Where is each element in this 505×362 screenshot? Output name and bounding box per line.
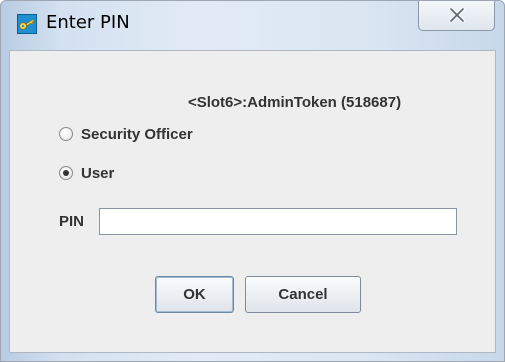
title-bar[interactable]: Enter PIN — [1, 1, 504, 51]
window-title: Enter PIN — [46, 12, 130, 33]
pin-label: PIN — [59, 213, 85, 230]
user-radio[interactable] — [59, 166, 73, 180]
pin-field[interactable] — [99, 208, 457, 235]
key-icon — [17, 14, 37, 34]
cancel-button[interactable]: Cancel — [245, 276, 361, 313]
user-label[interactable]: User — [81, 165, 114, 182]
close-button[interactable] — [418, 1, 495, 31]
security-officer-radio[interactable] — [59, 127, 73, 141]
role-option-security-officer[interactable]: Security Officer — [59, 124, 193, 144]
enter-pin-dialog: Enter PIN <Slot6>:AdminToken (518687) Se… — [0, 0, 505, 362]
dialog-content: <Slot6>:AdminToken (518687) Security Off… — [9, 50, 496, 353]
close-icon — [449, 8, 465, 22]
token-label: <Slot6>:AdminToken (518687) — [187, 94, 402, 111]
security-officer-label[interactable]: Security Officer — [81, 126, 193, 143]
role-option-user[interactable]: User — [59, 163, 114, 183]
ok-button[interactable]: OK — [155, 276, 234, 313]
